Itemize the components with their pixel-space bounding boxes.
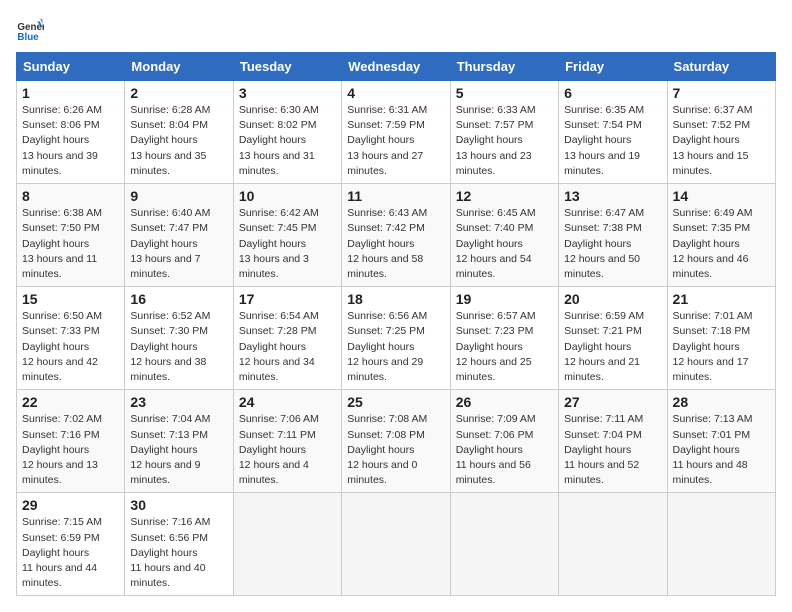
calendar-day-22: 22Sunrise: 7:02 AMSunset: 7:16 PMDayligh…: [17, 390, 125, 493]
calendar-day-5: 5Sunrise: 6:33 AMSunset: 7:57 PMDaylight…: [450, 81, 558, 184]
calendar-day-empty: [667, 493, 775, 596]
calendar-day-3: 3Sunrise: 6:30 AMSunset: 8:02 PMDaylight…: [233, 81, 341, 184]
calendar-day-29: 29Sunrise: 7:15 AMSunset: 6:59 PMDayligh…: [17, 493, 125, 596]
calendar-day-7: 7Sunrise: 6:37 AMSunset: 7:52 PMDaylight…: [667, 81, 775, 184]
calendar-day-25: 25Sunrise: 7:08 AMSunset: 7:08 PMDayligh…: [342, 390, 450, 493]
calendar-day-8: 8Sunrise: 6:38 AMSunset: 7:50 PMDaylight…: [17, 184, 125, 287]
calendar-week-4: 22Sunrise: 7:02 AMSunset: 7:16 PMDayligh…: [17, 390, 776, 493]
calendar-week-2: 8Sunrise: 6:38 AMSunset: 7:50 PMDaylight…: [17, 184, 776, 287]
calendar-day-24: 24Sunrise: 7:06 AMSunset: 7:11 PMDayligh…: [233, 390, 341, 493]
calendar-week-5: 29Sunrise: 7:15 AMSunset: 6:59 PMDayligh…: [17, 493, 776, 596]
calendar-day-9: 9Sunrise: 6:40 AMSunset: 7:47 PMDaylight…: [125, 184, 233, 287]
calendar-day-15: 15Sunrise: 6:50 AMSunset: 7:33 PMDayligh…: [17, 287, 125, 390]
logo-icon: General Blue: [16, 16, 44, 44]
calendar-day-19: 19Sunrise: 6:57 AMSunset: 7:23 PMDayligh…: [450, 287, 558, 390]
calendar-table: SundayMondayTuesdayWednesdayThursdayFrid…: [16, 52, 776, 596]
calendar-day-10: 10Sunrise: 6:42 AMSunset: 7:45 PMDayligh…: [233, 184, 341, 287]
calendar-day-28: 28Sunrise: 7:13 AMSunset: 7:01 PMDayligh…: [667, 390, 775, 493]
page-header: General Blue: [16, 16, 776, 44]
calendar-day-26: 26Sunrise: 7:09 AMSunset: 7:06 PMDayligh…: [450, 390, 558, 493]
calendar-day-11: 11Sunrise: 6:43 AMSunset: 7:42 PMDayligh…: [342, 184, 450, 287]
calendar-day-16: 16Sunrise: 6:52 AMSunset: 7:30 PMDayligh…: [125, 287, 233, 390]
calendar-day-empty: [342, 493, 450, 596]
calendar-day-17: 17Sunrise: 6:54 AMSunset: 7:28 PMDayligh…: [233, 287, 341, 390]
header-sunday: Sunday: [17, 53, 125, 81]
calendar-body: 1Sunrise: 6:26 AMSunset: 8:06 PMDaylight…: [17, 81, 776, 596]
header-wednesday: Wednesday: [342, 53, 450, 81]
header-thursday: Thursday: [450, 53, 558, 81]
calendar-header-row: SundayMondayTuesdayWednesdayThursdayFrid…: [17, 53, 776, 81]
calendar-day-20: 20Sunrise: 6:59 AMSunset: 7:21 PMDayligh…: [559, 287, 667, 390]
header-tuesday: Tuesday: [233, 53, 341, 81]
calendar-day-14: 14Sunrise: 6:49 AMSunset: 7:35 PMDayligh…: [667, 184, 775, 287]
calendar-day-30: 30Sunrise: 7:16 AMSunset: 6:56 PMDayligh…: [125, 493, 233, 596]
calendar-day-1: 1Sunrise: 6:26 AMSunset: 8:06 PMDaylight…: [17, 81, 125, 184]
logo: General Blue: [16, 16, 48, 44]
header-saturday: Saturday: [667, 53, 775, 81]
calendar-day-12: 12Sunrise: 6:45 AMSunset: 7:40 PMDayligh…: [450, 184, 558, 287]
header-friday: Friday: [559, 53, 667, 81]
calendar-day-21: 21Sunrise: 7:01 AMSunset: 7:18 PMDayligh…: [667, 287, 775, 390]
calendar-day-23: 23Sunrise: 7:04 AMSunset: 7:13 PMDayligh…: [125, 390, 233, 493]
calendar-day-empty: [450, 493, 558, 596]
calendar-day-6: 6Sunrise: 6:35 AMSunset: 7:54 PMDaylight…: [559, 81, 667, 184]
calendar-day-13: 13Sunrise: 6:47 AMSunset: 7:38 PMDayligh…: [559, 184, 667, 287]
calendar-day-empty: [233, 493, 341, 596]
header-monday: Monday: [125, 53, 233, 81]
calendar-week-1: 1Sunrise: 6:26 AMSunset: 8:06 PMDaylight…: [17, 81, 776, 184]
calendar-day-empty: [559, 493, 667, 596]
calendar-day-27: 27Sunrise: 7:11 AMSunset: 7:04 PMDayligh…: [559, 390, 667, 493]
svg-text:Blue: Blue: [17, 32, 39, 43]
calendar-day-2: 2Sunrise: 6:28 AMSunset: 8:04 PMDaylight…: [125, 81, 233, 184]
calendar-day-18: 18Sunrise: 6:56 AMSunset: 7:25 PMDayligh…: [342, 287, 450, 390]
calendar-day-4: 4Sunrise: 6:31 AMSunset: 7:59 PMDaylight…: [342, 81, 450, 184]
calendar-week-3: 15Sunrise: 6:50 AMSunset: 7:33 PMDayligh…: [17, 287, 776, 390]
